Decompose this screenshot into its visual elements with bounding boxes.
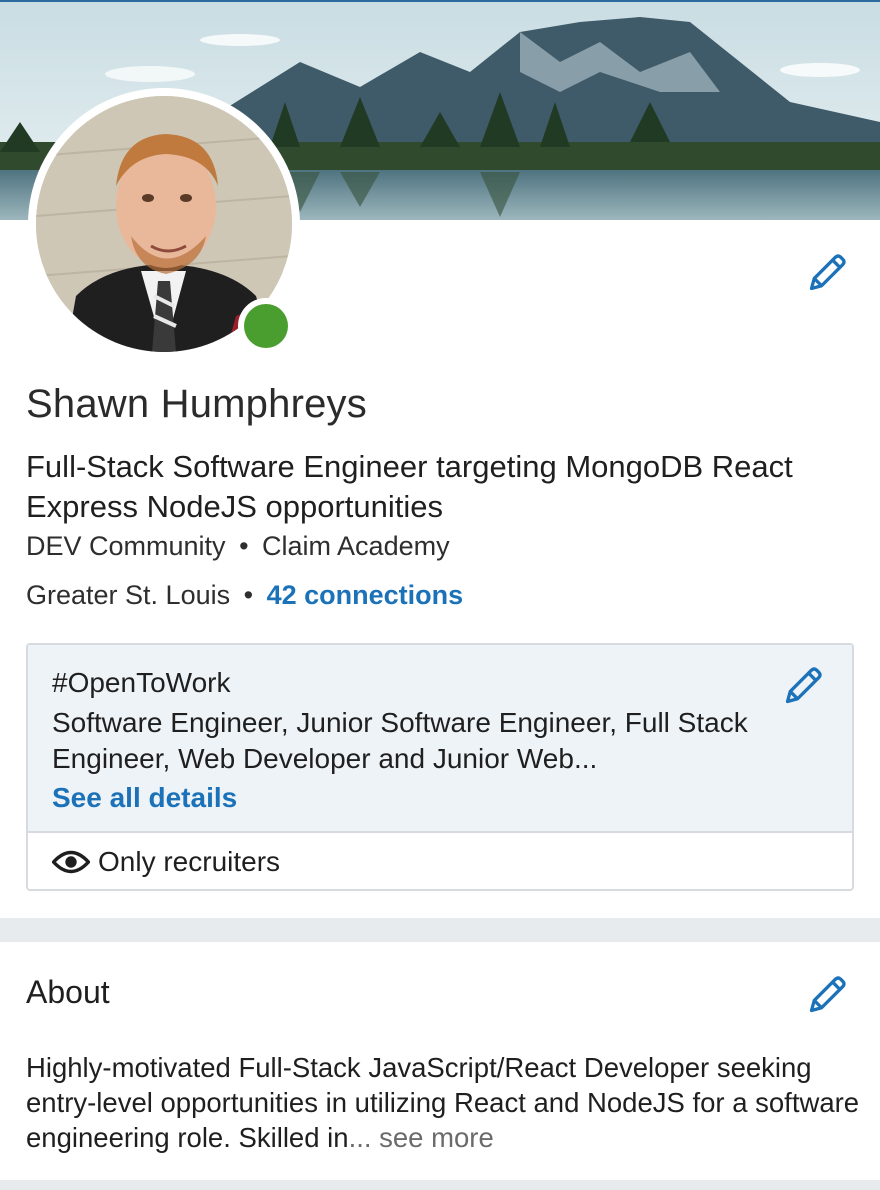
eye-icon [52, 850, 90, 874]
pencil-icon [785, 667, 822, 704]
separator-dot: • [243, 580, 254, 610]
section-divider [0, 918, 880, 942]
section-divider-bottom [0, 1180, 880, 1190]
profile-name: Shawn Humphreys [26, 382, 367, 426]
profile-company[interactable]: DEV Community [26, 531, 226, 561]
edit-about-button[interactable] [804, 970, 852, 1018]
pencil-icon [809, 976, 846, 1013]
visibility-label: Only recruiters [98, 846, 281, 877]
edit-open-to-work-button[interactable] [780, 661, 828, 709]
about-ellipsis: ... [348, 1122, 372, 1153]
profile-location-line: Greater St. Louis • 42 connections [26, 580, 463, 611]
open-to-work-details[interactable]: #OpenToWork Software Engineer, Junior So… [28, 645, 852, 833]
profile-company-school: DEV Community • Claim Academy [26, 531, 450, 562]
see-more-link[interactable]: see more [379, 1122, 494, 1153]
open-to-work-title: #OpenToWork [52, 667, 231, 698]
online-status-dot [244, 304, 288, 348]
see-all-details-link[interactable]: See all details [52, 782, 237, 814]
online-status-indicator [238, 298, 294, 354]
profile-school[interactable]: Claim Academy [262, 531, 450, 561]
edit-intro-button[interactable] [804, 248, 852, 296]
about-section-title: About [26, 974, 110, 1010]
open-to-work-visibility[interactable]: Only recruiters [28, 835, 852, 889]
open-to-work-card: #OpenToWork Software Engineer, Junior So… [26, 643, 854, 891]
separator-dot: • [239, 531, 249, 561]
open-to-work-roles: Software Engineer, Junior Software Engin… [52, 707, 748, 774]
connections-link[interactable]: 42 connections [267, 580, 464, 610]
profile-location: Greater St. Louis [26, 580, 231, 610]
pencil-icon [809, 254, 846, 291]
profile-headline: Full-Stack Software Engineer targeting M… [26, 449, 793, 524]
about-section-text: Highly-motivated Full-Stack JavaScript/R… [26, 1050, 866, 1155]
